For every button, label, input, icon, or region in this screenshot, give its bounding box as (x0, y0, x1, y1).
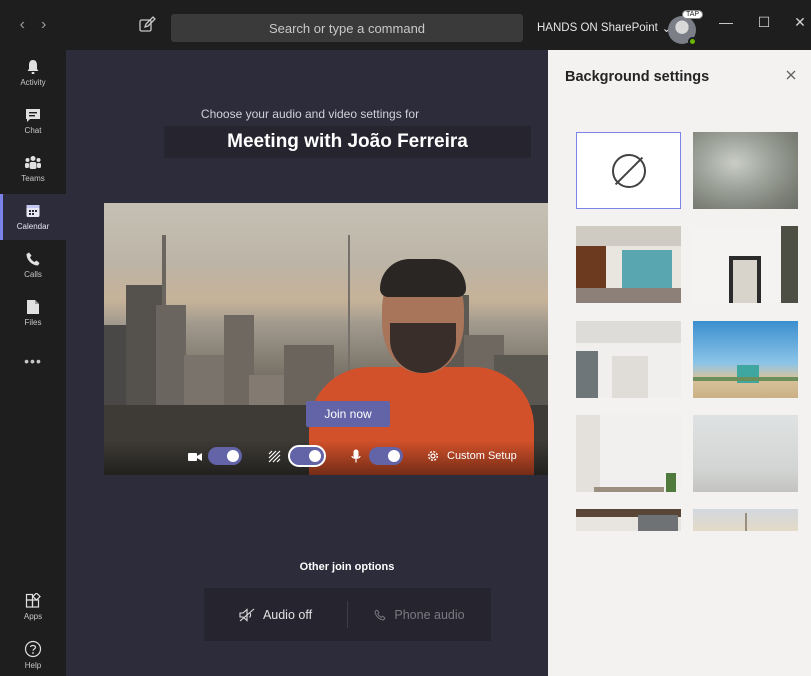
rail-label: Help (24, 661, 42, 670)
no-background-icon (611, 153, 646, 188)
background-beach-option[interactable] (693, 321, 798, 398)
camera-toggle[interactable] (208, 447, 242, 465)
rail-label: Chat (24, 126, 42, 135)
more-label: ••• (24, 353, 42, 369)
more-apps-icon[interactable]: ••• (0, 338, 66, 384)
choose-settings-text: Choose your audio and video settings for (200, 107, 420, 121)
thumb-palms (693, 377, 798, 381)
background-none-option[interactable] (576, 132, 681, 209)
phone-audio-icon (375, 608, 386, 620)
audio-off-label: Audio off (262, 607, 313, 622)
rail-item-calendar[interactable]: Calendar (0, 194, 66, 240)
calendar-icon (26, 205, 40, 217)
toggle-knob (227, 450, 239, 462)
thumb-spire (745, 513, 747, 531)
search-input[interactable]: Search or type a command (171, 14, 523, 42)
search-placeholder: Search or type a command (268, 20, 426, 36)
avatar-badge: TAP (682, 10, 704, 19)
tenant-name: HANDS ON SharePoint (537, 22, 658, 34)
toggle-knob (388, 450, 400, 462)
background-grey-wall-option[interactable] (693, 415, 798, 492)
rail-label: Teams (21, 174, 45, 183)
background-loft-office-option[interactable] (576, 226, 681, 303)
rail-label: Calendar (16, 222, 50, 231)
help-icon (24, 640, 42, 658)
rail-item-help[interactable]: Help (0, 632, 66, 676)
speaker-off-icon (239, 607, 255, 622)
custom-setup-link[interactable]: Custom Setup (447, 450, 517, 462)
tenant-switcher[interactable]: HANDS ON SharePoint ⌄ (537, 14, 671, 42)
join-options-box: Audio off Phone audio (204, 588, 491, 641)
background-white-room-option[interactable] (693, 226, 798, 303)
profile-avatar[interactable]: TAP (668, 10, 704, 46)
maximize-icon[interactable]: ☐ (752, 14, 776, 31)
teams-icon (25, 156, 41, 169)
microphone-icon (351, 449, 361, 463)
rail-label: Files (24, 318, 42, 327)
close-window-icon[interactable]: ✕ (788, 14, 811, 31)
background-partial-1-option[interactable] (576, 509, 681, 531)
audio-off-option[interactable]: Audio off (204, 588, 347, 641)
thumb-window (638, 515, 678, 531)
thumb-window (781, 226, 798, 303)
presence-available-icon (688, 37, 697, 46)
toggle-knob (309, 450, 321, 462)
teams-window: ‹ › Search or type a command HANDS ON Sh… (0, 0, 811, 676)
app-rail: Activity Chat Teams Calendar Calls Files… (0, 50, 66, 676)
thumb-teal-wall (622, 250, 672, 288)
thumb-floor (594, 487, 664, 492)
background-partial-2-option[interactable] (693, 509, 798, 531)
person-hair (380, 259, 466, 297)
rail-item-files[interactable]: Files (0, 290, 66, 336)
thumb-window (576, 351, 598, 398)
rail-item-calls[interactable]: Calls (0, 242, 66, 288)
gear-icon[interactable] (426, 449, 440, 463)
rail-item-teams[interactable]: Teams (0, 146, 66, 192)
rail-label: Apps (23, 612, 43, 621)
thumb-wall (576, 415, 600, 492)
back-arrow-icon[interactable]: ‹ (20, 16, 25, 34)
rail-label: Activity (20, 78, 46, 87)
background-blur-toggle[interactable] (288, 445, 326, 467)
bell-icon (27, 60, 39, 74)
panel-title: Background settings (565, 69, 710, 85)
background-white-hallway-option[interactable] (576, 321, 681, 398)
join-now-button[interactable]: Join now (306, 401, 390, 427)
thumb-mirror-glass (733, 260, 757, 303)
phone-audio-option[interactable]: Phone audio (348, 588, 491, 641)
rail-label: Calls (24, 270, 42, 279)
background-settings-panel: Background settings (548, 50, 811, 676)
thumb-ceiling (576, 321, 681, 343)
file-icon (27, 300, 39, 314)
microphone-toggle[interactable] (369, 447, 403, 465)
compose-icon[interactable] (138, 16, 156, 34)
minimize-icon[interactable]: — (714, 14, 738, 30)
background-blur-icon (268, 450, 281, 463)
other-join-options-label: Other join options (299, 561, 395, 573)
forward-arrow-icon[interactable]: › (41, 16, 46, 34)
camera-icon (188, 453, 202, 461)
background-white-room-2-option[interactable] (576, 415, 681, 492)
thumb-floor (576, 288, 681, 303)
apps-icon (25, 593, 41, 608)
title-bar: ‹ › Search or type a command HANDS ON Sh… (0, 0, 811, 50)
rail-item-apps[interactable]: Apps (0, 584, 66, 630)
thumb-plant (666, 473, 676, 492)
rail-item-activity[interactable]: Activity (0, 50, 66, 96)
video-preview: Join now Custom Setup (104, 203, 548, 475)
meeting-title-box: Meeting with João Ferreira (164, 126, 531, 158)
thumb-doorway (612, 356, 648, 398)
rail-item-chat[interactable]: Chat (0, 98, 66, 144)
history-nav: ‹ › (0, 16, 66, 34)
phone-icon (26, 252, 40, 266)
thumb-ceiling (576, 226, 681, 246)
meeting-title: Meeting with João Ferreira (227, 131, 468, 152)
phone-audio-label: Phone audio (394, 607, 465, 622)
close-icon[interactable] (784, 68, 798, 82)
background-blur-option[interactable] (693, 132, 798, 209)
